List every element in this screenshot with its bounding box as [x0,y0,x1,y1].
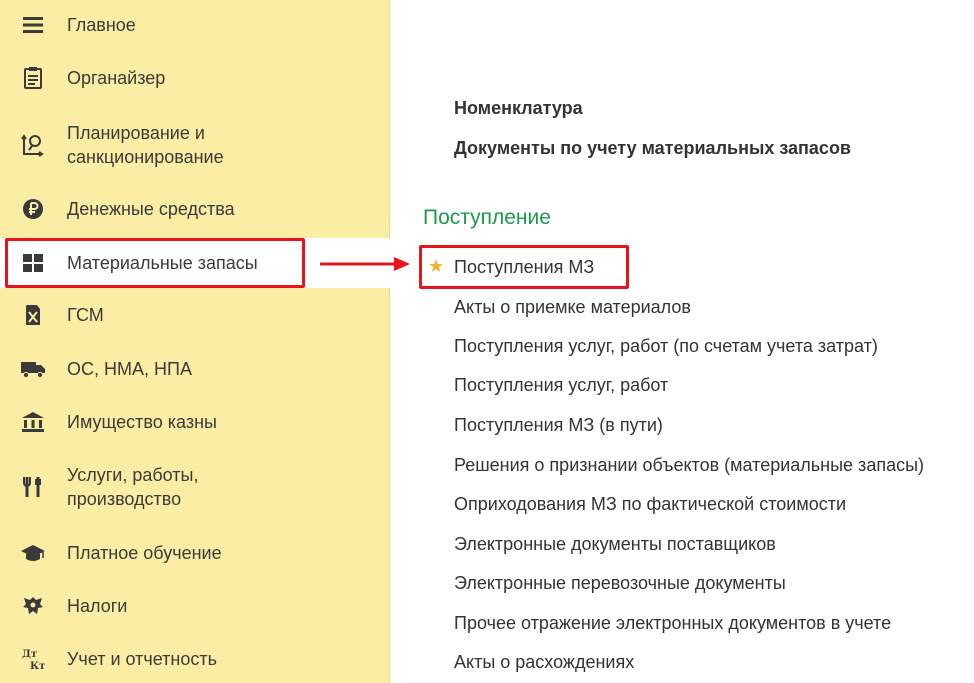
sidebar-item-label: Налоги [67,596,128,616]
graduation-cap-icon [20,540,46,566]
sidebar-item-planning[interactable]: Планирование и санкционирование [0,118,390,172]
link-recognition-decisions[interactable]: Решения о признании объектов (материальн… [454,455,924,476]
bank-icon [20,409,46,435]
sidebar-item-label: ОС, НМА, НПА [67,359,192,379]
sidebar-item-label: Планирование и санкционирование [67,123,224,167]
debit-credit-icon: Дт Кт [20,646,46,672]
link-other-edocs[interactable]: Прочее отражение электронных документов … [454,613,891,634]
sidebar-item-label: Органайзер [67,68,166,88]
sidebar-item-money[interactable]: Денежные средства [0,192,390,226]
sidebar-item-reporting[interactable]: Дт Кт Учет и отчетность [0,642,390,676]
link-services-receipts[interactable]: Поступления услуг, работ [454,375,668,396]
sidebar-item-fuel[interactable]: ГСМ [0,298,390,332]
link-receipts-mz[interactable]: Поступления МЗ [454,257,594,278]
sidebar-item-label: Учет и отчетность [67,649,217,669]
svg-text:Дт: Дт [22,649,37,660]
sidebar-item-taxes[interactable]: Налоги [0,589,390,623]
content-panel: Номенклатура Документы по учету материал… [391,0,974,683]
clipboard-icon [20,65,46,91]
link-acceptance-acts[interactable]: Акты о приемке материалов [454,297,691,318]
sidebar-item-main[interactable]: Главное [0,8,390,42]
link-receipts-in-transit[interactable]: Поступления МЗ (в пути) [454,415,663,436]
section-title: Поступление [423,206,551,229]
star-icon[interactable]: ★ [428,256,444,277]
planning-icon [20,132,46,158]
sidebar-item-services[interactable]: Услуги, работы, производство [0,460,390,514]
tools-icon [20,474,46,500]
grid-icon [20,250,46,276]
sidebar-item-education[interactable]: Платное обучение [0,536,390,570]
arrow-icon [320,257,410,271]
menu-icon [20,12,46,38]
sidebar-item-label: ГСМ [67,305,104,325]
sidebar-item-label: Услуги, работы, производство [67,465,199,509]
sidebar-item-label: Платное обучение [67,543,222,563]
sidebar-item-treasury[interactable]: Имущество казны [0,405,390,439]
ruble-coin-icon [20,196,46,222]
sidebar-item-label: Главное [67,15,136,35]
sidebar-item-label: Имущество казны [67,412,217,432]
link-actual-cost-receipts[interactable]: Оприходования МЗ по фактической стоимост… [454,494,846,515]
sidebar-item-organizer[interactable]: Органайзер [0,61,390,95]
sidebar-item-label: Материальные запасы [67,253,258,273]
emblem-icon [20,593,46,619]
link-discrepancy-acts[interactable]: Акты о расхождениях [454,652,634,673]
sidebar: Главное Органайзер Планирование и санкци… [0,0,390,683]
link-materials-documents[interactable]: Документы по учету материальных запасов [454,138,851,159]
fuel-can-icon [20,302,46,328]
link-transport-edocs[interactable]: Электронные перевозочные документы [454,573,786,594]
svg-text:Кт: Кт [30,661,45,671]
link-services-receipts-cost[interactable]: Поступления услуг, работ (по счетам учет… [454,336,878,357]
sidebar-item-assets[interactable]: ОС, НМА, НПА [0,352,390,386]
sidebar-item-label: Денежные средства [67,199,235,219]
link-nomenclature[interactable]: Номенклатура [454,98,583,119]
truck-icon [20,356,46,382]
link-supplier-edocs[interactable]: Электронные документы поставщиков [454,534,776,555]
